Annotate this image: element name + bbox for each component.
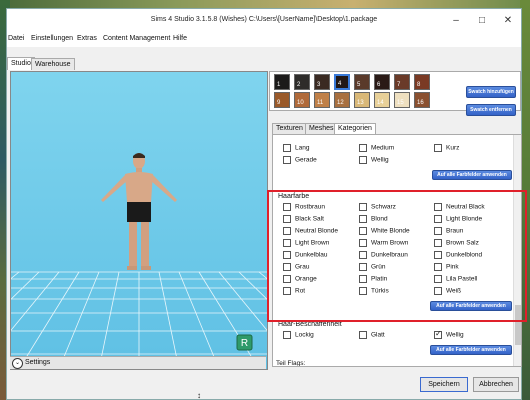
swatch-8[interactable]: 8 [414, 74, 430, 90]
swatch-5[interactable]: 5 [354, 74, 370, 90]
teil-flags-label: Teil Flags: [276, 360, 306, 367]
cancel-button[interactable]: Abbrechen [473, 377, 519, 392]
swatch-number: 16 [417, 100, 424, 106]
apply-beschaffenheit-button[interactable]: Auf alle Farbfelder anwenden [430, 345, 512, 355]
save-button[interactable]: Speichern [420, 377, 468, 392]
swatch-number: 6 [377, 82, 381, 88]
swatch-number: 12 [337, 100, 344, 106]
model-viewport[interactable]: R [10, 71, 268, 370]
swatch-number: 13 [357, 100, 364, 106]
checkbox-label: Glatt [371, 331, 385, 339]
swatch-2[interactable]: 2 [294, 74, 310, 90]
checkbox-box[interactable] [283, 156, 291, 164]
chevron-down-icon[interactable]: ⌄ [12, 358, 23, 369]
swatch-area: 1 2 3 4 5 6 7 8 9 10 11 12 13 14 15 16 Swatch hinzufüge… [269, 71, 521, 116]
checkbox-box-checked[interactable] [434, 329, 442, 339]
close-button[interactable]: ✕ [495, 9, 521, 33]
menu-einstellungen[interactable]: Einstellungen [31, 35, 73, 42]
title-bar: Sims 4 Studio 3.1.5.8 (Wishes) C:\Users\… [7, 9, 521, 33]
menu-bar: Datei Einstellungen Extras Content Manag… [7, 33, 521, 47]
checkbox-wellig[interactable]: Wellig [434, 329, 464, 339]
swatch-number: 9 [277, 100, 281, 106]
swatch-12[interactable]: 12 [334, 92, 350, 108]
menu-datei[interactable]: Datei [8, 35, 24, 42]
swatch-number: 15 [397, 100, 404, 106]
checkbox-glatt[interactable]: Glatt [359, 331, 385, 339]
swatch-14[interactable]: 14 [374, 92, 390, 108]
beschaffenheit-title: Haar-Beschaffenheit [278, 321, 342, 328]
menu-extras[interactable]: Extras [77, 35, 97, 42]
swatch-6[interactable]: 6 [374, 74, 390, 90]
swatch-16[interactable]: 16 [414, 92, 430, 108]
add-swatch-button[interactable]: Swatch hinzufügen [466, 86, 516, 98]
swatch-number: 14 [377, 100, 384, 106]
checkbox-wellig-length[interactable]: Wellig [359, 156, 389, 164]
checkbox-gerade[interactable]: Gerade [283, 156, 317, 164]
r-badge-label: R [241, 338, 248, 349]
swatch-7[interactable]: 7 [394, 74, 410, 90]
swatch-3[interactable]: 3 [314, 74, 330, 90]
checkbox-label: Wellig [371, 156, 389, 164]
tab-meshes[interactable]: Meshes [305, 123, 338, 134]
checkbox-label: Wellig [446, 331, 464, 339]
checkbox-box[interactable] [359, 144, 367, 152]
settings-label: Settings [25, 359, 51, 366]
swatch-number: 5 [357, 82, 361, 88]
app-window: Sims 4 Studio 3.1.5.8 (Wishes) C:\Users\… [6, 8, 527, 400]
checkbox-label: Lockig [295, 331, 314, 339]
swatch-1[interactable]: 1 [274, 74, 290, 90]
swatch-11[interactable]: 11 [314, 92, 330, 108]
swatch-number: 1 [277, 82, 281, 88]
checkbox-box[interactable] [283, 144, 291, 152]
swatch-9[interactable]: 9 [274, 92, 290, 108]
swatch-number: 4 [338, 81, 342, 87]
checkbox-label: Medium [371, 144, 395, 152]
swatch-number: 10 [297, 100, 304, 106]
swatch-15[interactable]: 15 [394, 92, 410, 108]
swatch-4[interactable]: 4 [334, 74, 350, 90]
tab-texturen[interactable]: Texturen [272, 123, 307, 134]
menu-content-management[interactable]: Content Management [103, 35, 170, 42]
swatch-number: 8 [417, 82, 421, 88]
swatch-13[interactable]: 13 [354, 92, 370, 108]
desktop-background-top [0, 0, 530, 8]
settings-bar[interactable]: ⌄ Settings [10, 356, 266, 369]
checkbox-lockig[interactable]: Lockig [283, 331, 314, 339]
checkbox-label: Gerade [295, 156, 317, 164]
apply-length-button[interactable]: Auf alle Farbfelder anwenden [432, 170, 512, 180]
swatch-number: 3 [317, 82, 321, 88]
swatch-number: 7 [397, 82, 401, 88]
highlight-box [267, 190, 527, 322]
checkbox-label: Kurz [446, 144, 460, 152]
swatch-10[interactable]: 10 [294, 92, 310, 108]
swatch-number: 11 [317, 100, 324, 106]
checkbox-label: Lang [295, 144, 310, 152]
swatch-number: 2 [297, 82, 301, 88]
tab-kategorien[interactable]: Kategorien [334, 123, 376, 134]
minimize-button[interactable]: – [443, 9, 469, 33]
checkbox-lang[interactable]: Lang [283, 144, 309, 152]
checkbox-box[interactable] [283, 331, 291, 339]
checkbox-box[interactable] [359, 156, 367, 164]
maximize-button[interactable]: □ [469, 9, 495, 33]
resize-cursor-icon: ↕ [197, 391, 201, 400]
viewport-scene: R [11, 72, 267, 369]
tab-warehouse[interactable]: Warehouse [31, 58, 75, 70]
checkbox-medium[interactable]: Medium [359, 144, 394, 152]
checkbox-box[interactable] [359, 331, 367, 339]
checkbox-kurz[interactable]: Kurz [434, 144, 459, 152]
menu-hilfe[interactable]: Hilfe [173, 35, 187, 42]
spacer [7, 47, 521, 57]
remove-swatch-button[interactable]: Swatch entfernen [466, 104, 516, 116]
checkbox-box[interactable] [434, 144, 442, 152]
